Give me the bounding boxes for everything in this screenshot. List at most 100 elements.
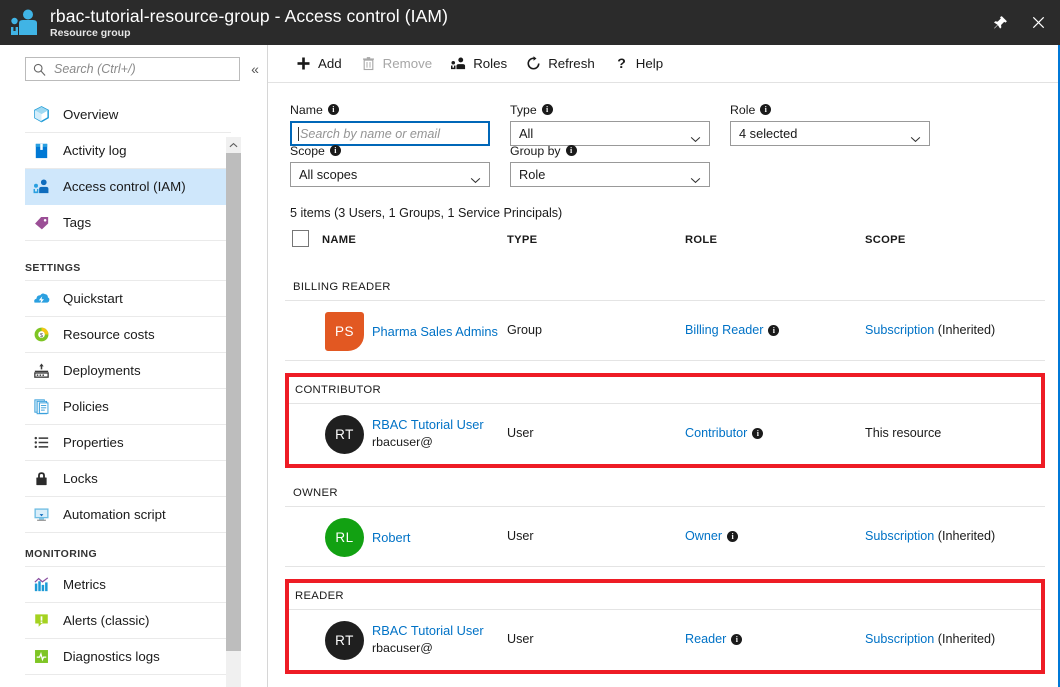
info-icon[interactable]: i — [752, 428, 763, 439]
sidebar-item-label: Tags — [63, 215, 91, 230]
roles-label: Roles — [473, 56, 507, 71]
sidebar-item-quickstart[interactable]: Quickstart — [25, 281, 231, 317]
help-label: Help — [636, 56, 663, 71]
metrics-icon — [30, 575, 52, 595]
refresh-button[interactable]: Refresh — [516, 49, 604, 79]
groupby-filter: Group by i Role — [510, 142, 710, 187]
chevron-down-icon — [910, 130, 921, 137]
type-filter: Type i All — [510, 101, 710, 146]
add-button[interactable]: Add — [286, 49, 351, 79]
overview-icon — [30, 105, 52, 125]
close-icon[interactable] — [1024, 8, 1052, 36]
search-input[interactable]: Search (Ctrl+/) — [25, 57, 240, 81]
principal-name-link[interactable]: Robert — [372, 529, 502, 546]
type-filter-label-row: Type i — [510, 101, 710, 118]
sidebar-item-activity-log[interactable]: Activity log — [25, 133, 231, 169]
role-group-title: READER — [289, 583, 1041, 609]
sidebar-item-label: Policies — [63, 399, 109, 414]
table-row[interactable]: RL Robert User Owner i Subscription (Inh… — [285, 506, 1045, 567]
select-all-checkbox[interactable] — [292, 230, 309, 247]
svg-text:?: ? — [617, 56, 626, 71]
items-summary: 5 items (3 Users, 1 Groups, 1 Service Pr… — [290, 206, 562, 220]
sidebar-scrollbar[interactable] — [226, 137, 241, 687]
scope-select-value: All scopes — [299, 167, 357, 182]
principal-name-link[interactable]: RBAC Tutorial User — [372, 622, 502, 639]
search-icon — [33, 63, 46, 76]
table-row[interactable]: PS Pharma Sales Admins Group Billing Rea… — [285, 300, 1045, 361]
table-row[interactable]: RT RBAC Tutorial User rbacuser@ User Rea… — [289, 609, 1041, 670]
name-filter-label: Name — [290, 103, 323, 117]
info-icon[interactable]: i — [330, 145, 341, 156]
scope-filter: Scope i All scopes — [290, 142, 490, 187]
name-filter: Name i Search by name or email — [290, 101, 490, 146]
remove-label: Remove — [383, 56, 433, 71]
sidebar-item-overview[interactable]: Overview — [25, 97, 231, 133]
page-title: rbac-tutorial-resource-group - Access co… — [50, 6, 448, 27]
pin-icon[interactable] — [986, 8, 1014, 36]
sidebar-section-settings: SETTINGS — [25, 241, 231, 281]
principal-name-link[interactable]: RBAC Tutorial User — [372, 416, 502, 433]
tag-icon — [30, 213, 52, 233]
sidebar-item-label: Properties — [63, 435, 124, 450]
cell-name: RBAC Tutorial User rbacuser@ — [372, 622, 502, 657]
info-icon[interactable]: i — [731, 634, 742, 645]
sidebar-item-properties[interactable]: Properties — [25, 425, 231, 461]
automation-script-icon — [30, 505, 52, 525]
sidebar-item-metrics[interactable]: Metrics — [25, 567, 231, 603]
sidebar-item-deployments[interactable]: Deployments — [25, 353, 231, 389]
info-icon[interactable]: i — [328, 104, 339, 115]
sidebar-item-label: Alerts (classic) — [63, 613, 149, 628]
name-search-placeholder: Search by name or email — [300, 127, 440, 141]
question-mark-icon: ? — [613, 55, 630, 72]
role-group-title: CONTRIBUTOR — [289, 377, 1041, 403]
role-link[interactable]: Owner — [685, 529, 722, 543]
sidebar-item-label: Quickstart — [63, 291, 123, 306]
groupby-select[interactable]: Role — [510, 162, 710, 187]
groupby-filter-label: Group by — [510, 144, 561, 158]
sidebar-item-diagnostics-logs[interactable]: Diagnostics logs — [25, 639, 231, 675]
sidebar-item-tags[interactable]: Tags — [25, 205, 231, 241]
roles-button[interactable]: Roles — [441, 49, 516, 79]
scope-link[interactable]: Subscription — [865, 529, 934, 543]
table-spacer — [285, 468, 1045, 480]
blade-header: rbac-tutorial-resource-group - Access co… — [0, 0, 1060, 45]
role-group-owner: OWNER RL Robert User Owner i Subscriptio… — [285, 480, 1045, 567]
cell-role: Contributor i — [685, 426, 763, 440]
sidebar-item-access-control[interactable]: Access control (IAM) — [25, 169, 231, 205]
scope-select[interactable]: All scopes — [290, 162, 490, 187]
sidebar-item-policies[interactable]: Policies — [25, 389, 231, 425]
help-button[interactable]: ? Help — [604, 49, 672, 79]
table-row[interactable]: RT RBAC Tutorial User rbacuser@ User Con… — [289, 403, 1041, 464]
role-link[interactable]: Contributor — [685, 426, 747, 440]
scrollbar-thumb[interactable] — [226, 153, 241, 651]
role-link[interactable]: Billing Reader — [685, 323, 763, 337]
sidebar-item-automation-script[interactable]: Automation script — [25, 497, 231, 533]
sidebar-item-resource-costs[interactable]: $ Resource costs — [25, 317, 231, 353]
deployments-icon — [30, 361, 52, 381]
chevron-up-icon[interactable] — [226, 137, 241, 153]
scope-link[interactable]: Subscription — [865, 632, 934, 646]
info-icon[interactable]: i — [768, 325, 779, 336]
groupby-filter-label-row: Group by i — [510, 142, 710, 159]
table-spacer — [285, 256, 1045, 274]
info-icon[interactable]: i — [566, 145, 577, 156]
scope-link[interactable]: Subscription — [865, 323, 934, 337]
info-icon[interactable]: i — [542, 104, 553, 115]
table-header-row: NAME TYPE ROLE SCOPE — [285, 228, 1045, 256]
sidebar-item-label: Metrics — [63, 577, 106, 592]
sidebar-item-alerts[interactable]: Alerts (classic) — [25, 603, 231, 639]
info-icon[interactable]: i — [760, 104, 771, 115]
cell-type: User — [507, 426, 534, 440]
role-select[interactable]: 4 selected — [730, 121, 930, 146]
access-control-icon — [30, 177, 52, 197]
search-placeholder: Search (Ctrl+/) — [54, 62, 136, 76]
sidebar-item-locks[interactable]: Locks — [25, 461, 231, 497]
command-toolbar: Add Remove — [268, 45, 1058, 83]
principal-email: rbacuser@ — [372, 641, 433, 655]
info-icon[interactable]: i — [727, 531, 738, 542]
cell-role: Billing Reader i — [685, 323, 779, 337]
cell-type: User — [507, 632, 534, 646]
double-chevron-left-icon[interactable]: « — [246, 59, 264, 79]
principal-name-link[interactable]: Pharma Sales Admins — [372, 323, 502, 340]
role-link[interactable]: Reader — [685, 632, 726, 646]
